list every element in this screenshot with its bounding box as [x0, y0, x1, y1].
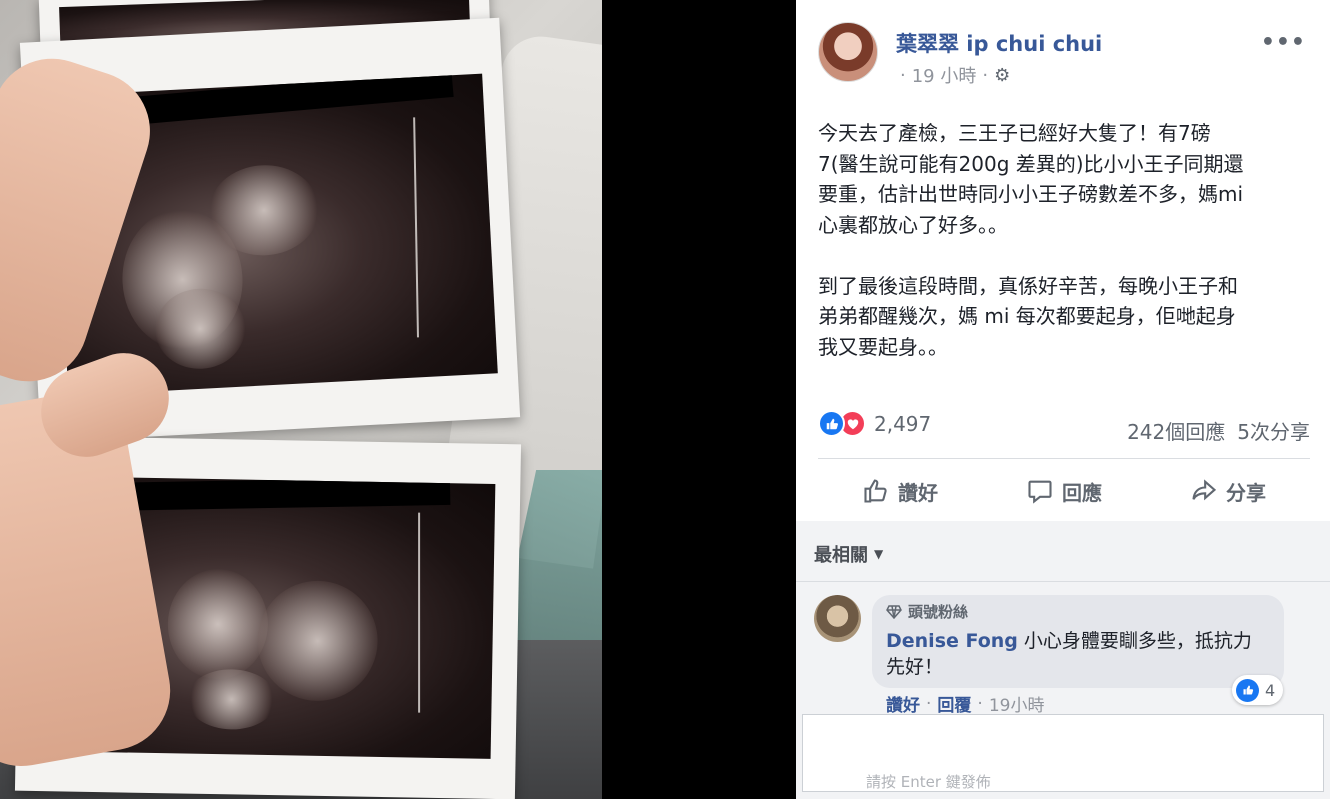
scan-marker-line [413, 117, 419, 338]
photo-lightbox: 葉翠翠 ip chui chui · 19 小時 · ⚙ ••• 今天去了產檢，… [0, 0, 1330, 799]
thumbs-up-icon [864, 479, 887, 503]
meta-separator: · [900, 64, 906, 86]
share-button[interactable]: 分享 [1190, 477, 1266, 506]
redaction-bar [89, 476, 451, 512]
like-icon [1236, 678, 1259, 702]
shares-count[interactable]: 5次分享 [1237, 416, 1310, 445]
comment-label: 回應 [1062, 480, 1102, 505]
comment-timestamp[interactable]: 19小時 [989, 691, 1045, 716]
caret-down-icon: ▼ [874, 547, 884, 561]
post-timestamp[interactable]: 19 小時 [912, 62, 977, 88]
comment-button[interactable]: 回應 [1026, 477, 1102, 506]
gear-icon[interactable]: ⚙ [994, 65, 1010, 86]
reactions-summary[interactable]: 2,497 [818, 410, 931, 437]
comment-reply-link[interactable]: 回覆 [937, 691, 971, 716]
comment-icon [1028, 480, 1052, 504]
post-actions: 讚好 回應 分享 [818, 465, 1310, 517]
scan-shape [166, 568, 269, 680]
post-sidebar: 葉翠翠 ip chui chui · 19 小時 · ⚙ ••• 今天去了產檢，… [796, 0, 1330, 799]
comment-actions: 讚好 · 回覆 · 19小時 [886, 691, 1045, 717]
reaction-count: 2,497 [874, 411, 932, 436]
top-fan-badge: 頭號粉絲 [886, 601, 1270, 622]
more-icon[interactable]: ••• [1261, 30, 1306, 55]
share-icon [1192, 479, 1217, 501]
commenter-avatar[interactable] [814, 595, 861, 642]
photo-stage [0, 0, 796, 799]
comment-content: Denise Fong 小心身體要瞓多些，抵抗力先好！ [886, 628, 1270, 680]
diamond-icon [886, 604, 902, 619]
comments-section: 最相關 ▼ 頭號粉絲 Denise Fong小心身體要瞓多些，抵抗力先好！ 4 [796, 521, 1330, 799]
like-label: 讚好 [898, 480, 938, 505]
comment-reactions[interactable]: 4 [1232, 675, 1284, 705]
action-separator: · [977, 693, 983, 714]
scan-shape [256, 579, 379, 702]
author-avatar[interactable] [818, 22, 878, 82]
like-button[interactable]: 讚好 [862, 477, 938, 506]
comments-count[interactable]: 242個回應 [1127, 416, 1225, 445]
author-name[interactable]: 葉翠翠 ip chui chui [896, 28, 1102, 58]
divider [796, 581, 1330, 582]
post-meta: · 19 小時 · ⚙ [900, 62, 1010, 88]
comment-bubble: 頭號粉絲 Denise Fong 小心身體要瞓多些，抵抗力先好！ [872, 595, 1284, 688]
divider [818, 458, 1310, 459]
scan-shape [186, 668, 278, 731]
action-separator: · [926, 693, 932, 714]
scan-marker-line [418, 512, 421, 713]
comment-like-count: 4 [1265, 680, 1276, 700]
post-paragraph-2: 到了最後這段時間，真係好辛苦，每晚小王子和 弟弟都醒幾次，媽 mi 每次都要起身… [818, 273, 1238, 359]
post-photo[interactable] [0, 0, 602, 799]
like-icon [818, 410, 845, 437]
post-paragraph-1: 今天去了產檢，三王子已經好大隻了！有7磅 7(醫生說可能有200g 差異的)比小… [818, 121, 1244, 237]
post-text: 今天去了產檢，三王子已經好大隻了！有7磅 7(醫生說可能有200g 差異的)比小… [818, 118, 1308, 393]
comment-input-hint: 請按 Enter 鍵發佈 [866, 773, 991, 791]
comment-like-link[interactable]: 讚好 [886, 691, 920, 716]
meta-separator: · [982, 64, 989, 86]
comment-sort-dropdown[interactable]: 最相關 ▼ [814, 541, 883, 567]
badge-label: 頭號粉絲 [908, 603, 969, 621]
sort-label: 最相關 [814, 545, 868, 566]
engagement-counts: 242個回應 5次分享 [1127, 416, 1310, 445]
post-header: 葉翠翠 ip chui chui · 19 小時 · ⚙ ••• [818, 22, 1308, 88]
post-stats: 2,497 242個回應 5次分享 [818, 410, 1310, 446]
commenter-name[interactable]: Denise Fong [886, 630, 1018, 652]
share-label: 分享 [1226, 480, 1266, 505]
